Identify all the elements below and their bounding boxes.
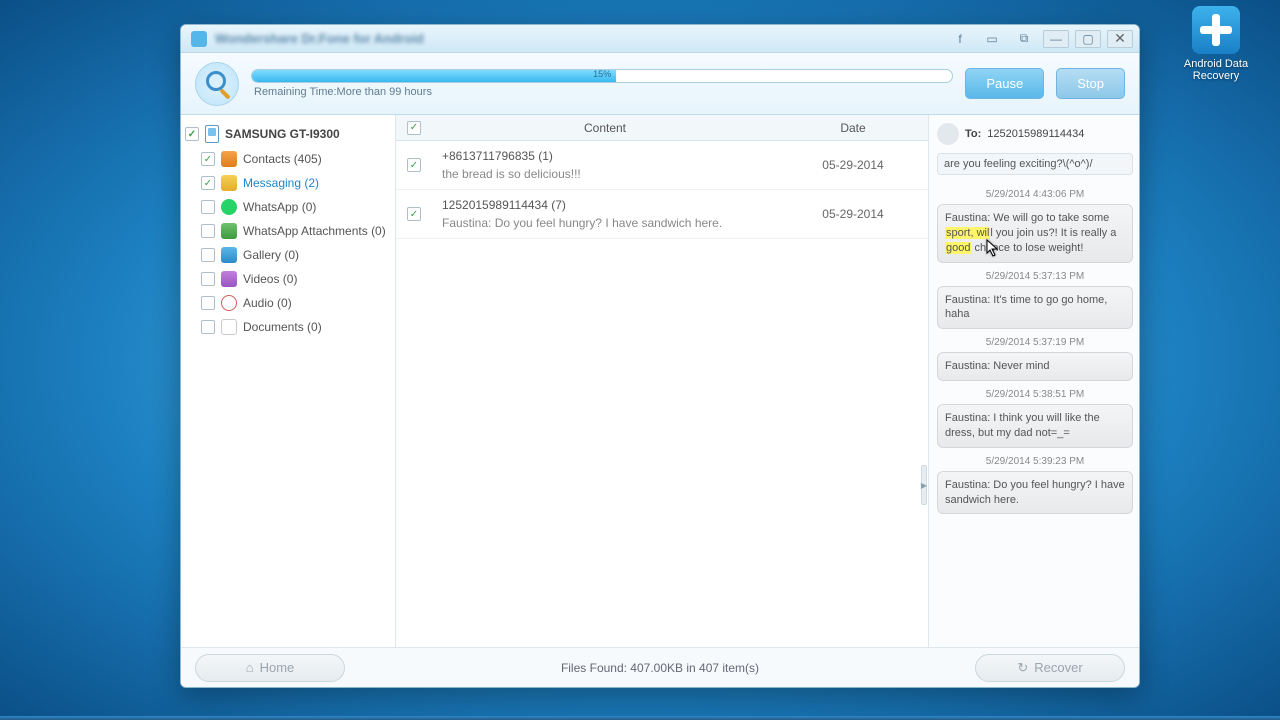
column-header-content[interactable]: Content [432,121,778,135]
message-bubble: are you feeling exciting?\(^o^)/ [937,153,1133,175]
row-date: 05-29-2014 [778,207,928,221]
status-text: Files Found: 407.00KB in 407 item(s) [345,661,975,675]
sidebar-item-label: Audio (0) [243,296,292,310]
preview-pane: To: 1252015989114434 are you feeling exc… [929,115,1139,647]
contacts-icon [221,151,237,167]
pause-button[interactable]: Pause [965,68,1044,99]
feedback-icon[interactable]: ▭ [979,30,1005,48]
checkbox[interactable] [201,152,215,166]
message-timestamp: 5/29/2014 5:37:13 PM [937,271,1133,282]
audio-icon [221,295,237,311]
row-preview: the bread is so delicious!!! [442,167,768,181]
checkbox[interactable] [201,248,215,262]
row-title: +8613711796835 (1) [442,149,768,163]
doc-icon [221,319,237,335]
share-icon[interactable]: ⧉ [1011,30,1037,48]
checkbox[interactable] [201,200,215,214]
checkbox[interactable] [185,127,199,141]
wa-icon [221,199,237,215]
sidebar-item-label: WhatsApp (0) [243,200,316,214]
maximize-button[interactable]: ▢ [1075,30,1101,48]
footer: ⌂ Home Files Found: 407.00KB in 407 item… [181,647,1139,687]
minimize-button[interactable]: — [1043,30,1069,48]
checkbox[interactable] [201,224,215,238]
desktop-shortcut-android-recovery[interactable]: Android Data Recovery [1176,6,1256,82]
content-grid: Content Date +8613711796835 (1) the bread… [396,115,929,647]
titlebar[interactable]: Wondershare Dr.Fone for Android f ▭ ⧉ — … [181,25,1139,53]
sidebar-item-contacts[interactable]: Contacts (405) [185,147,391,171]
progress-bar: 15% [251,69,953,83]
sidebar-item-msg[interactable]: Messaging (2) [185,171,391,195]
row-date: 05-29-2014 [778,158,928,172]
desktop-shortcut-label: Android Data [1176,58,1256,70]
scan-bar: 15% Remaining Time:More than 99 hours Pa… [181,53,1139,115]
checkbox[interactable] [201,272,215,286]
sidebar-item-waatt[interactable]: WhatsApp Attachments (0) [185,219,391,243]
message-bubble: Faustina: Do you feel hungry? I have san… [937,471,1133,515]
sidebar: SAMSUNG GT-I9300 Contacts (405) Messaging… [181,115,396,647]
sidebar-item-doc[interactable]: Documents (0) [185,315,391,339]
message-timestamp: 5/29/2014 4:43:06 PM [937,189,1133,200]
app-title: Wondershare Dr.Fone for Android [215,31,424,46]
close-button[interactable]: ✕ [1107,30,1133,48]
progress-percent: 15% [593,69,611,79]
app-icon [191,31,207,47]
recover-button[interactable]: ↻ Recover [975,654,1125,682]
checkbox[interactable] [201,296,215,310]
app-window: Wondershare Dr.Fone for Android f ▭ ⧉ — … [180,24,1140,688]
sidebar-item-label: Videos (0) [243,272,297,286]
msg-icon [221,175,237,191]
message-bubble: Faustina: It's time to go go home, haha [937,286,1133,330]
gallery-icon [221,247,237,263]
sidebar-item-label: Contacts (405) [243,152,322,166]
plus-icon [1192,6,1240,54]
cursor-icon [986,239,1002,259]
desktop-shortcut-label-2: Recovery [1176,70,1256,82]
remaining-time: Remaining Time:More than 99 hours [251,86,953,98]
message-timestamp: 5/29/2014 5:38:51 PM [937,389,1133,400]
recover-icon: ↻ [1017,660,1028,676]
table-row[interactable]: +8613711796835 (1) the bread is so delici… [396,141,928,190]
home-button[interactable]: ⌂ Home [195,654,345,682]
sidebar-item-label: Gallery (0) [243,248,299,262]
select-all-checkbox[interactable] [407,121,421,135]
to-number: 1252015989114434 [987,128,1084,140]
message-bubble: Faustina: We will go to take some sport,… [937,204,1133,263]
device-name: SAMSUNG GT-I9300 [225,127,340,141]
avatar [937,123,959,145]
device-root[interactable]: SAMSUNG GT-I9300 [185,121,391,147]
checkbox[interactable] [201,320,215,334]
taskbar[interactable] [0,716,1280,720]
message-bubble: Faustina: Never mind [937,352,1133,381]
checkbox[interactable] [407,158,421,172]
facebook-icon[interactable]: f [947,30,973,48]
pane-splitter[interactable]: ▶ [921,465,927,505]
video-icon [221,271,237,287]
home-icon: ⌂ [246,660,254,675]
sidebar-item-wa[interactable]: WhatsApp (0) [185,195,391,219]
message-bubble: Faustina: I think you will like the dres… [937,404,1133,448]
table-row[interactable]: 1252015989114434 (7) Faustina: Do you fee… [396,190,928,239]
sidebar-item-gallery[interactable]: Gallery (0) [185,243,391,267]
checkbox[interactable] [201,176,215,190]
sidebar-item-label: WhatsApp Attachments (0) [243,224,386,238]
row-preview: Faustina: Do you feel hungry? I have san… [442,216,768,230]
to-label: To: [965,128,981,140]
checkbox[interactable] [407,207,421,221]
sidebar-item-video[interactable]: Videos (0) [185,267,391,291]
stop-button[interactable]: Stop [1056,68,1125,99]
message-timestamp: 5/29/2014 5:37:19 PM [937,337,1133,348]
waatt-icon [221,223,237,239]
sidebar-item-label: Messaging (2) [243,176,319,190]
sidebar-item-audio[interactable]: Audio (0) [185,291,391,315]
row-title: 1252015989114434 (7) [442,198,768,212]
column-header-date[interactable]: Date [778,121,928,135]
scan-icon [195,62,239,106]
phone-icon [205,125,219,143]
message-timestamp: 5/29/2014 5:39:23 PM [937,456,1133,467]
sidebar-item-label: Documents (0) [243,320,322,334]
